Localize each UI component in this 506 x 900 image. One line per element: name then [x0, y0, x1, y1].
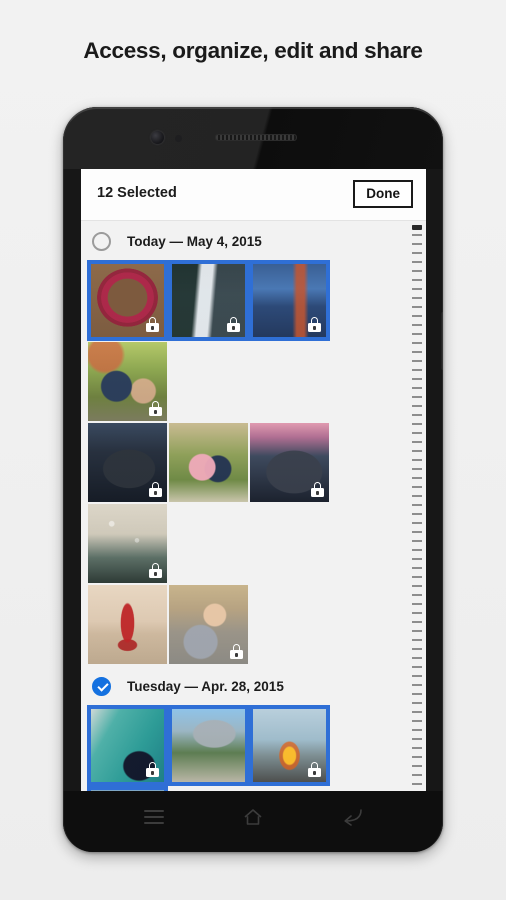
- lock-badge-icon: [308, 317, 321, 332]
- photo-grid: [81, 260, 411, 423]
- back-button[interactable]: [329, 802, 375, 832]
- front-camera-icon: [151, 131, 164, 144]
- photo-thumbnail[interactable]: [88, 342, 167, 421]
- lock-badge-icon: [230, 644, 243, 659]
- circle-unchecked-icon[interactable]: [92, 231, 111, 251]
- photo-thumbnail[interactable]: [87, 705, 168, 786]
- menu-button[interactable]: [131, 802, 177, 832]
- menu-icon: [144, 809, 165, 824]
- phone-device: 12 Selected Done Today — May 4, 2015 Tues…: [63, 107, 443, 852]
- scrollbar-track: [412, 225, 422, 785]
- circle-checked-icon[interactable]: [92, 676, 111, 696]
- date-section-label: Today — May 4, 2015: [127, 233, 262, 249]
- done-button[interactable]: Done: [353, 180, 413, 208]
- lock-badge-icon: [149, 482, 162, 497]
- photo-thumbnail[interactable]: [168, 260, 249, 341]
- photo-thumbnail[interactable]: [169, 585, 248, 664]
- photo-thumbnail[interactable]: [88, 504, 167, 583]
- home-icon: [243, 808, 263, 826]
- scrollbar-thumb[interactable]: [412, 225, 422, 230]
- photo-sections: Today — May 4, 2015 Tuesday — Apr. 28, 20…: [81, 221, 426, 791]
- lock-badge-icon: [308, 762, 321, 777]
- home-button[interactable]: [230, 802, 276, 832]
- photo-scroll-area[interactable]: Today — May 4, 2015 Tuesday — Apr. 28, 20…: [81, 221, 426, 791]
- photo-image: [88, 585, 167, 664]
- power-button[interactable]: [441, 312, 443, 370]
- lock-badge-icon: [149, 401, 162, 416]
- earpiece-speaker: [215, 134, 297, 141]
- photo-grid: [81, 705, 411, 791]
- date-section-header: Today — May 4, 2015: [81, 221, 426, 261]
- lock-badge-icon: [227, 317, 240, 332]
- photo-grid: [81, 423, 411, 585]
- photo-thumbnail[interactable]: [88, 585, 167, 664]
- date-section-label: Tuesday — Apr. 28, 2015: [127, 678, 284, 694]
- app-bar: 12 Selected Done: [81, 169, 426, 221]
- promo-screenshot: Access, organize, edit and share 12 Sele…: [0, 0, 506, 900]
- photo-image-detail: [169, 423, 248, 502]
- photo-thumbnail[interactable]: [169, 423, 248, 502]
- phone-screen: 12 Selected Done Today — May 4, 2015 Tues…: [81, 169, 426, 791]
- photo-thumbnail[interactable]: [88, 423, 167, 502]
- page-title: Access, organize, edit and share: [83, 38, 423, 63]
- back-icon: [341, 808, 363, 826]
- photo-grid: [81, 585, 411, 666]
- android-navigation-bar: [63, 791, 443, 852]
- proximity-sensor-icon: [175, 135, 182, 142]
- photo-image: [172, 709, 245, 782]
- lock-badge-icon: [311, 482, 324, 497]
- photo-thumbnail[interactable]: [249, 260, 330, 341]
- photo-thumbnail[interactable]: [250, 423, 329, 502]
- photo-thumbnail[interactable]: [168, 705, 249, 786]
- photo-thumbnail[interactable]: [249, 705, 330, 786]
- selection-count-label: 12 Selected: [97, 185, 177, 201]
- photo-image: [169, 423, 248, 502]
- vertical-scrollbar[interactable]: [412, 225, 422, 785]
- photo-image-detail: [88, 585, 167, 664]
- date-section-header: Tuesday — Apr. 28, 2015: [81, 666, 426, 706]
- lock-badge-icon: [149, 563, 162, 578]
- photo-image-detail: [172, 709, 245, 782]
- lock-badge-icon: [146, 762, 159, 777]
- photo-thumbnail[interactable]: [87, 260, 168, 341]
- lock-badge-icon: [146, 317, 159, 332]
